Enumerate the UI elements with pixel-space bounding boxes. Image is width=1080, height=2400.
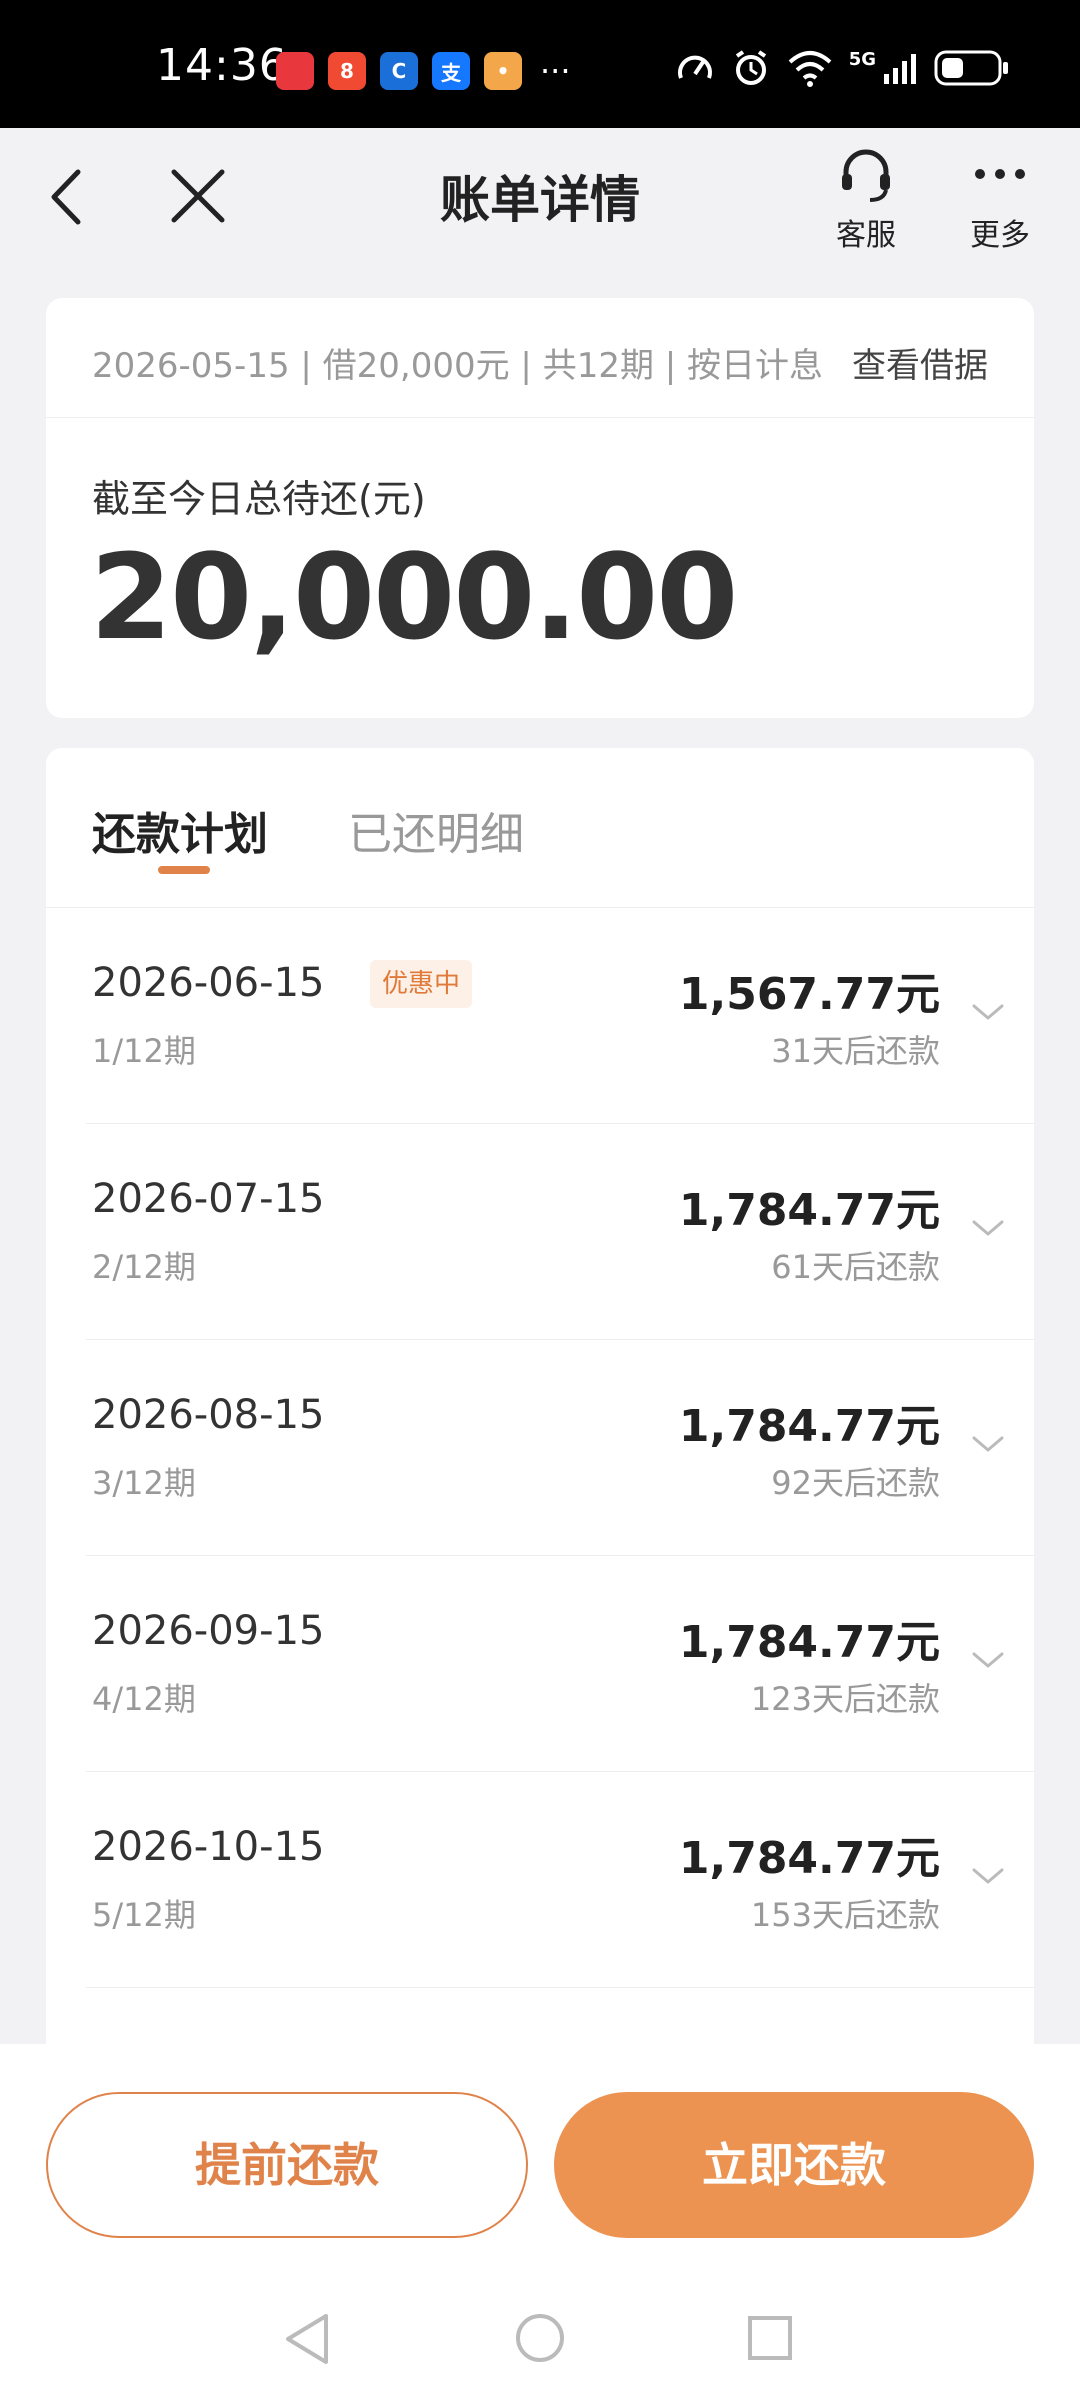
chevron-down-icon[interactable] (970, 1214, 1006, 1242)
loan-info: 2026-05-15 | 借20,000元 | 共12期 | 按日计息 (92, 346, 824, 386)
loan-summary-card: 2026-05-15 | 借20,000元 | 共12期 | 按日计息 查看借据… (46, 298, 1034, 718)
signal-icon (884, 54, 916, 84)
plan-row[interactable]: 2026-10-15 5/12期 1,784.77元 153天后还款 (86, 1772, 1034, 1988)
plan-days-until-due: 123天后还款 (750, 1680, 940, 1718)
headset-icon (842, 149, 890, 202)
more-notifications-icon: ··· (540, 52, 571, 90)
plan-days-until-due: 61天后还款 (771, 1248, 940, 1286)
game-app-icon: • (484, 52, 522, 90)
plan-amount: 1,567.77元 (678, 969, 940, 1020)
plan-date: 2026-08-15 (92, 1392, 325, 1438)
chevron-down-icon[interactable] (970, 1862, 1006, 1890)
discount-badge: 优惠中 (370, 960, 473, 1008)
plan-date: 2026-09-15 (92, 1608, 325, 1654)
plan-period: 5/12期 (92, 1896, 196, 1934)
prepay-button[interactable]: 提前还款 (46, 2092, 528, 2238)
plan-days-until-due: 31天后还款 (771, 1032, 940, 1070)
bank-app-icon: C (380, 52, 418, 90)
system-back-icon[interactable] (282, 2312, 332, 2366)
chevron-down-icon[interactable] (970, 1430, 1006, 1458)
plan-row[interactable]: 2026-07-15 2/12期 1,784.77元 61天后还款 (86, 1124, 1034, 1340)
chevron-down-icon[interactable] (970, 1646, 1006, 1674)
orange-app-icon: 8 (328, 52, 366, 90)
system-recents-icon[interactable] (746, 2314, 794, 2362)
nav-bar: 账单详情 客服 更多 (0, 128, 1080, 268)
plan-row[interactable]: 2026-08-15 3/12期 1,784.77元 92天后还款 (86, 1340, 1034, 1556)
wifi-icon (788, 51, 832, 87)
repayment-plan-card: 还款计划 已还明细 2026-06-15 优惠中 1/12期 1,567.77元 31天… (46, 748, 1034, 2048)
plan-period: 1/12期 (92, 1032, 196, 1070)
plan-days-until-due: 92天后还款 (771, 1464, 940, 1502)
alipay-icon: 支 (432, 52, 470, 90)
tab-repaid-details[interactable]: 已还明细 (348, 798, 524, 862)
repayment-plan-list: 2026-06-15 优惠中 1/12期 1,567.77元 31天后还款 2026-07… (46, 908, 1034, 1988)
plan-period: 4/12期 (92, 1680, 196, 1718)
plan-date: 2026-10-15 (92, 1824, 325, 1870)
loan-info-bar: 2026-05-15 | 借20,000元 | 共12期 | 按日计息 查看借据 (46, 298, 1034, 418)
tab-repayment-plan[interactable]: 还款计划 (92, 798, 268, 862)
plan-row[interactable]: 2026-06-15 优惠中 1/12期 1,567.77元 31天后还款 (86, 908, 1034, 1124)
notification-app-icons: 8 C 支 • ··· (276, 52, 571, 90)
alarm-icon (735, 50, 766, 85)
huawei-store-icon (276, 52, 314, 90)
plan-amount: 1,784.77元 (678, 1833, 940, 1884)
total-due-amount: 20,000.00 (90, 528, 738, 666)
plan-period: 2/12期 (92, 1248, 196, 1286)
system-nav-bar (0, 2300, 1080, 2400)
page-title: 账单详情 (440, 171, 640, 229)
battery-icon (934, 50, 1008, 86)
pay-now-button[interactable]: 立即还款 (554, 2092, 1034, 2238)
plan-days-until-due: 153天后还款 (750, 1896, 940, 1934)
plan-date: 2026-07-15 (92, 1176, 325, 1222)
plan-period: 3/12期 (92, 1464, 196, 1502)
plan-amount: 1,784.77元 (678, 1401, 940, 1452)
system-home-icon[interactable] (514, 2312, 566, 2364)
status-time: 14:36 (156, 40, 288, 91)
view-loan-note-link[interactable]: 查看借据 (852, 338, 988, 387)
plan-amount: 1,784.77元 (678, 1617, 940, 1668)
plan-row[interactable]: 2026-09-15 4/12期 1,784.77元 123天后还款 (86, 1556, 1034, 1772)
network-type: 5G (848, 48, 876, 70)
more-dots-icon (975, 169, 1025, 179)
customer-service-label: 客服 (836, 218, 896, 253)
speed-icon (677, 55, 712, 79)
plan-date: 2026-06-15 (92, 960, 325, 1006)
chevron-down-icon[interactable] (970, 998, 1006, 1026)
active-tab-indicator (158, 866, 210, 874)
plan-amount: 1,784.77元 (678, 1185, 940, 1236)
status-indicators: 5G (675, 48, 1010, 88)
customer-service-button[interactable]: 客服 (826, 146, 906, 254)
status-bar: 14:36 8 C 支 • ··· 5G (0, 0, 1080, 128)
more-button[interactable]: 更多 (960, 146, 1040, 254)
total-due-label: 截至今日总待还(元) (92, 477, 426, 521)
more-label: 更多 (970, 218, 1030, 253)
tab-bar: 还款计划 已还明细 (46, 748, 1034, 908)
